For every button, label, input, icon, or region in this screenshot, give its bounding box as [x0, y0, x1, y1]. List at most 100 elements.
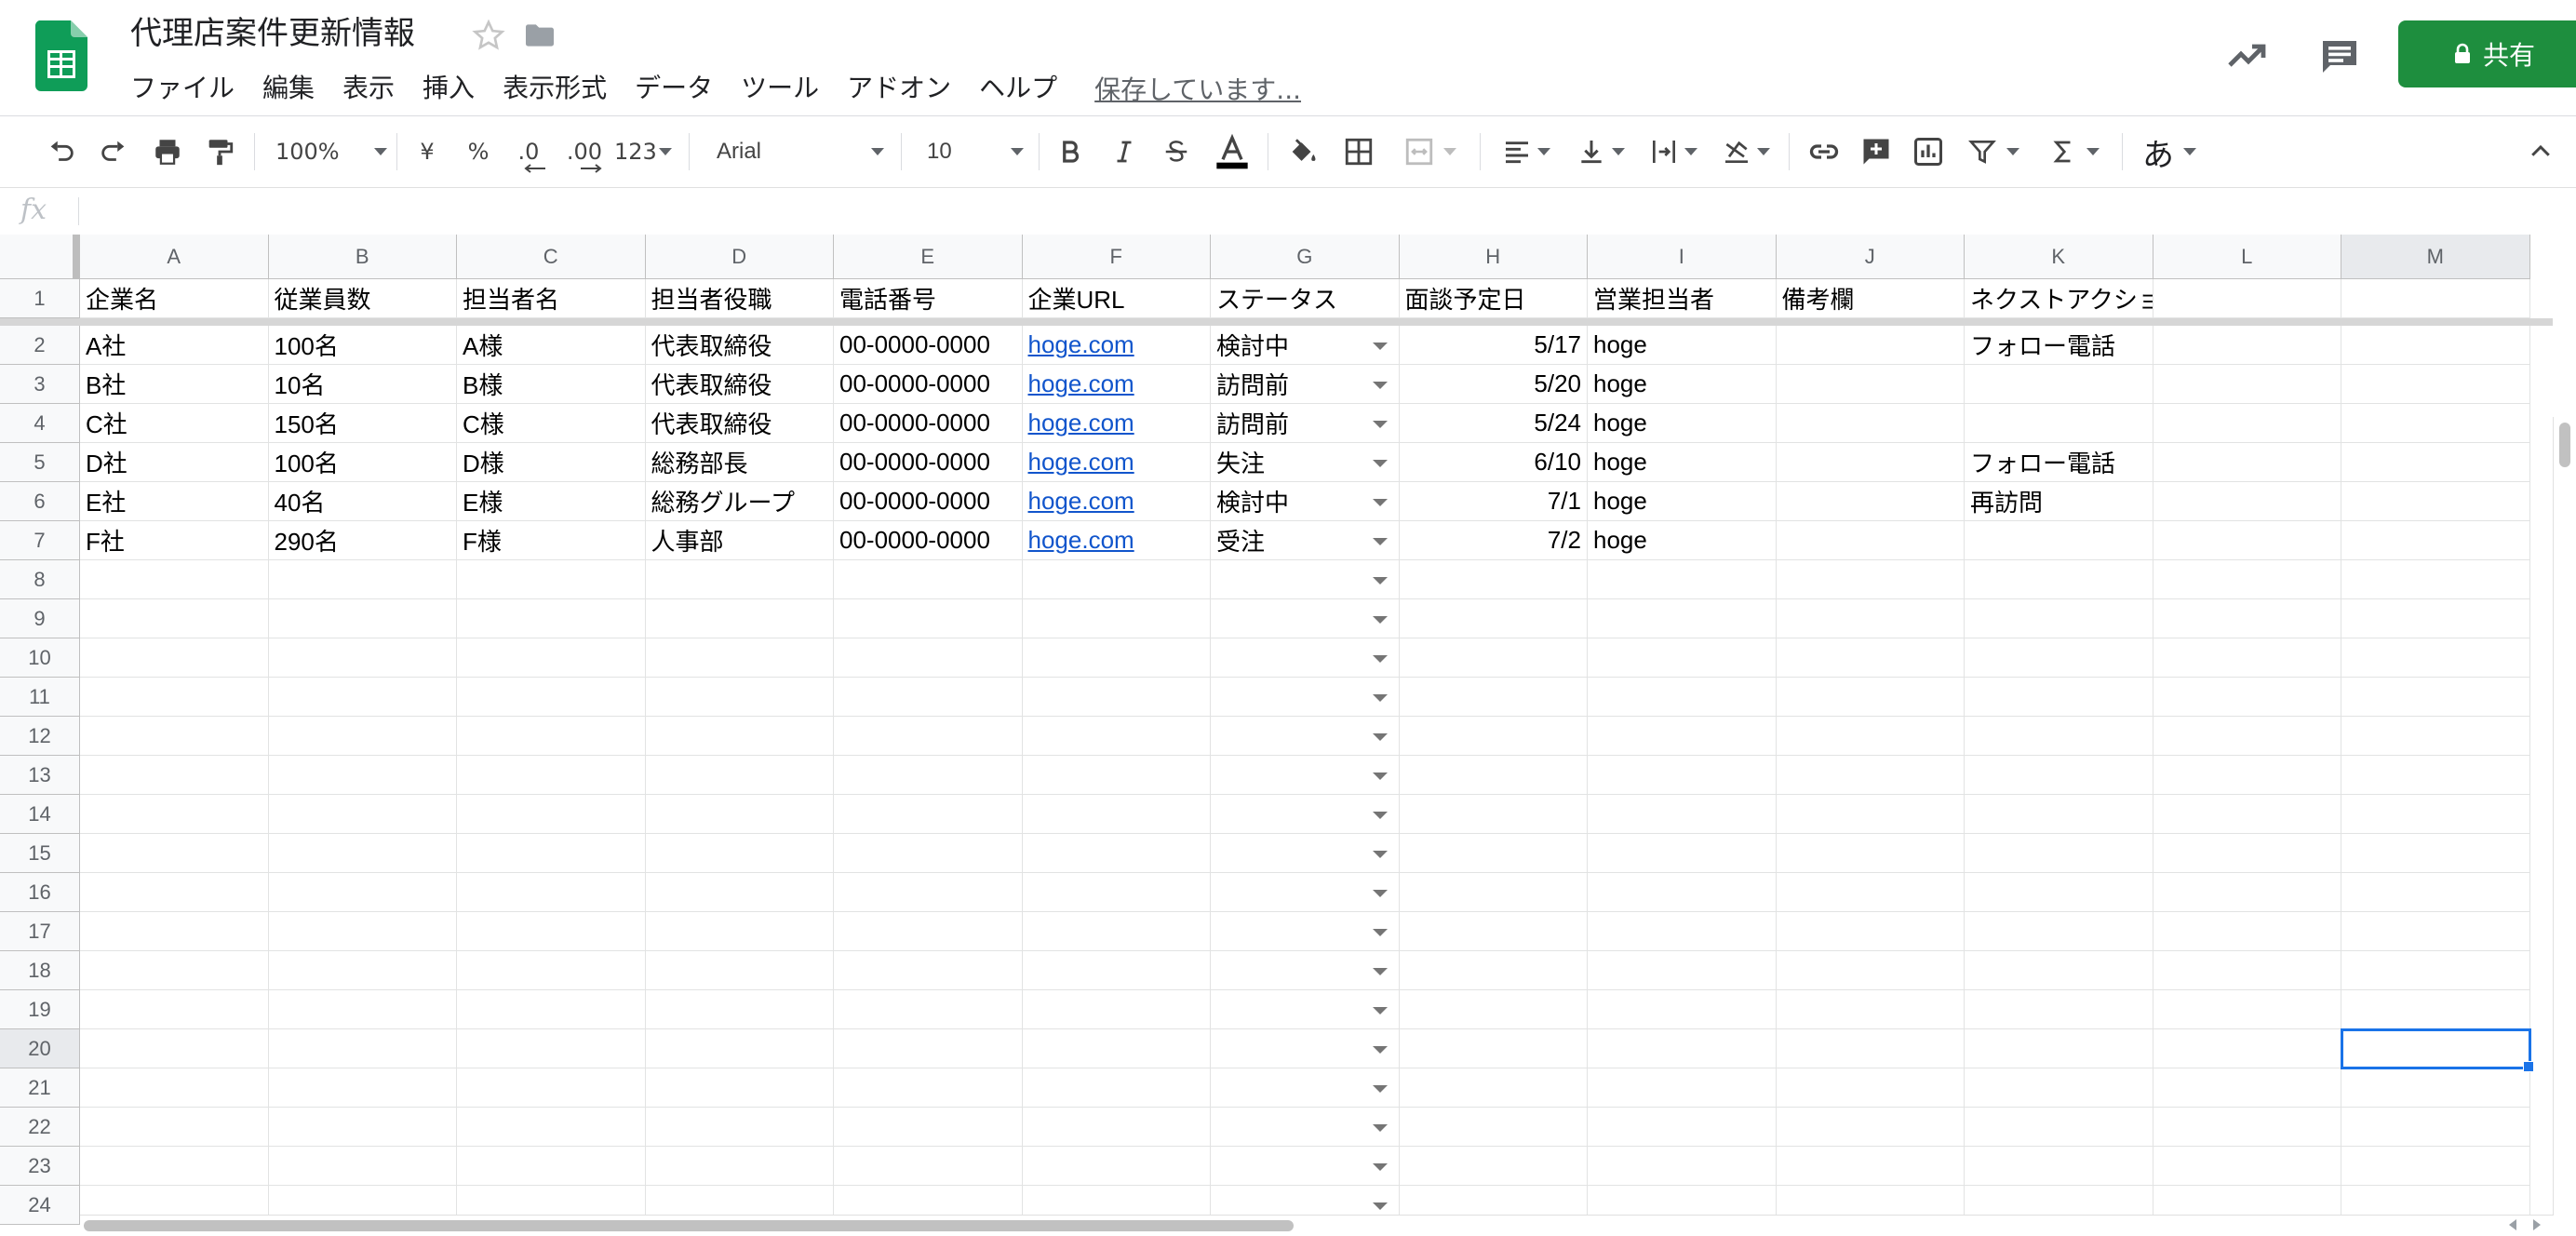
cell-k16[interactable]	[1965, 873, 2153, 912]
cell-e23[interactable]	[834, 1147, 1023, 1186]
row-header-18[interactable]: 18	[0, 951, 80, 990]
cell-b22[interactable]	[268, 1108, 457, 1147]
cell-k3[interactable]	[1965, 365, 2153, 404]
dropdown-arrow-icon[interactable]	[1372, 537, 1388, 545]
cell-i22[interactable]	[1588, 1108, 1777, 1147]
column-header-l[interactable]: L	[2153, 235, 2341, 279]
dropdown-arrow-icon[interactable]	[1372, 850, 1388, 858]
cell-k12[interactable]	[1965, 717, 2153, 756]
redo-button[interactable]	[93, 133, 134, 170]
cell-k13[interactable]	[1965, 756, 2153, 795]
cell-d1[interactable]: 担当者役職	[645, 279, 834, 318]
row-header-3[interactable]: 3	[0, 365, 80, 404]
cell-g18[interactable]	[1211, 951, 1400, 990]
cell-m15[interactable]	[2341, 834, 2530, 873]
cell-g14[interactable]	[1211, 795, 1400, 834]
cell-k10[interactable]	[1965, 638, 2153, 678]
cell-l18[interactable]	[2153, 951, 2341, 990]
cell-l12[interactable]	[2153, 717, 2341, 756]
cell-m1[interactable]	[2341, 279, 2530, 318]
column-header-h[interactable]: H	[1399, 235, 1588, 279]
cell-m9[interactable]	[2341, 599, 2530, 638]
cell-g9[interactable]	[1211, 599, 1400, 638]
cell-c10[interactable]	[457, 638, 646, 678]
dropdown-arrow-icon[interactable]	[1372, 1162, 1388, 1171]
cell-g19[interactable]	[1211, 990, 1400, 1029]
cell-c4[interactable]: C様	[457, 404, 646, 443]
cell-d13[interactable]	[645, 756, 834, 795]
cell-h12[interactable]	[1399, 717, 1588, 756]
column-header-c[interactable]: C	[457, 235, 646, 279]
cell-h3[interactable]: 5/20	[1399, 365, 1588, 404]
frozen-rows-divider[interactable]	[0, 318, 2553, 326]
cell-f13[interactable]	[1022, 756, 1211, 795]
cell-d8[interactable]	[645, 560, 834, 599]
dropdown-arrow-icon[interactable]	[1372, 732, 1388, 741]
cell-d18[interactable]	[645, 951, 834, 990]
cell-m16[interactable]	[2341, 873, 2530, 912]
cell-f6[interactable]: hoge.com	[1022, 482, 1211, 521]
cell-k21[interactable]	[1965, 1068, 2153, 1108]
cell-l5[interactable]	[2153, 443, 2341, 482]
cell-e6[interactable]: 00-0000-0000	[834, 482, 1023, 521]
cell-f16[interactable]	[1022, 873, 1211, 912]
text-color-button[interactable]	[1212, 133, 1253, 170]
cell-b12[interactable]	[268, 717, 457, 756]
cell-m2[interactable]	[2341, 326, 2530, 365]
cell-a3[interactable]: B社	[80, 365, 269, 404]
zoom-select[interactable]: 100%	[275, 133, 387, 170]
cell-f2[interactable]: hoge.com	[1022, 326, 1211, 365]
cell-j9[interactable]	[1776, 599, 1965, 638]
cell-b18[interactable]	[268, 951, 457, 990]
menu-view[interactable]: 表示	[342, 69, 395, 108]
cell-g23[interactable]	[1211, 1147, 1400, 1186]
cell-d9[interactable]	[645, 599, 834, 638]
cell-k2[interactable]: フォロー電話	[1965, 326, 2153, 365]
cell-k14[interactable]	[1965, 795, 2153, 834]
merge-cells-button[interactable]	[1392, 133, 1467, 170]
cell-h11[interactable]	[1399, 678, 1588, 717]
cell-c18[interactable]	[457, 951, 646, 990]
cell-i10[interactable]	[1588, 638, 1777, 678]
cell-a23[interactable]	[80, 1147, 269, 1186]
cell-i7[interactable]: hoge	[1588, 521, 1777, 560]
dropdown-arrow-icon[interactable]	[1372, 381, 1388, 389]
cell-d12[interactable]	[645, 717, 834, 756]
cell-l10[interactable]	[2153, 638, 2341, 678]
cell-i4[interactable]: hoge	[1588, 404, 1777, 443]
bold-button[interactable]	[1052, 133, 1089, 170]
cell-b1[interactable]: 従業員数	[268, 279, 457, 318]
cell-j22[interactable]	[1776, 1108, 1965, 1147]
italic-button[interactable]	[1106, 133, 1143, 170]
cell-e5[interactable]: 00-0000-0000	[834, 443, 1023, 482]
dropdown-arrow-icon[interactable]	[1372, 967, 1388, 975]
cell-a9[interactable]	[80, 599, 269, 638]
cell-i1[interactable]: 営業担当者	[1588, 279, 1777, 318]
cell-g21[interactable]	[1211, 1068, 1400, 1108]
cell-m5[interactable]	[2341, 443, 2530, 482]
spreadsheet-grid[interactable]: A B C D E F G H I J K L M 1 2 3 4 5 6 7 8 9 10 11 12 13 14 15 16 17 18…	[0, 235, 2576, 1236]
cell-i5[interactable]: hoge	[1588, 443, 1777, 482]
number-format-select[interactable]: 123	[614, 133, 672, 170]
cell-i20[interactable]	[1588, 1029, 1777, 1068]
cell-e16[interactable]	[834, 873, 1023, 912]
cell-l22[interactable]	[2153, 1108, 2341, 1147]
cell-a18[interactable]	[80, 951, 269, 990]
select-all-corner[interactable]	[0, 235, 80, 279]
cell-b15[interactable]	[268, 834, 457, 873]
cell-b11[interactable]	[268, 678, 457, 717]
strikethrough-button[interactable]	[1158, 133, 1195, 170]
cell-k22[interactable]	[1965, 1108, 2153, 1147]
cell-e9[interactable]	[834, 599, 1023, 638]
cell-c2[interactable]: A様	[457, 326, 646, 365]
cell-h8[interactable]	[1399, 560, 1588, 599]
cell-j14[interactable]	[1776, 795, 1965, 834]
column-header-i[interactable]: I	[1588, 235, 1777, 279]
dropdown-arrow-icon[interactable]	[1372, 342, 1388, 350]
cell-h13[interactable]	[1399, 756, 1588, 795]
cell-i17[interactable]	[1588, 912, 1777, 951]
cell-i21[interactable]	[1588, 1068, 1777, 1108]
cell-m18[interactable]	[2341, 951, 2530, 990]
cell-i15[interactable]	[1588, 834, 1777, 873]
cell-g8[interactable]	[1211, 560, 1400, 599]
